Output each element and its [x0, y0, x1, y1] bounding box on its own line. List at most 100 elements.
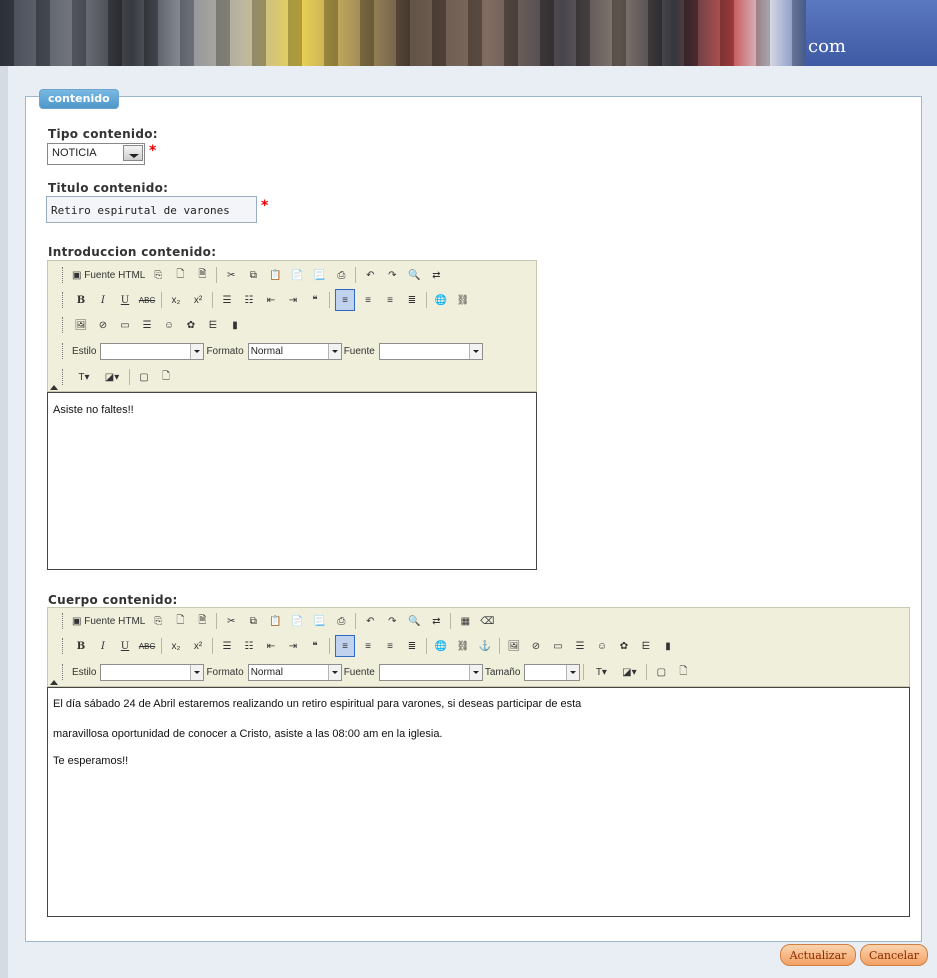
- format-combo[interactable]: Normal: [247, 342, 342, 360]
- paste-icon[interactable]: 📋: [266, 265, 284, 285]
- templates-icon[interactable]: 🗎: [193, 611, 211, 631]
- maximize-icon[interactable]: ▢: [135, 367, 153, 387]
- superscript-button[interactable]: x²: [189, 290, 207, 310]
- bold-button[interactable]: B: [72, 290, 90, 310]
- paste-text-icon[interactable]: 📄: [288, 265, 306, 285]
- superscript-button[interactable]: x²: [189, 636, 207, 656]
- bullet-list-icon[interactable]: ☷: [240, 290, 258, 310]
- ordered-list-icon[interactable]: ☰: [218, 290, 236, 310]
- show-blocks-icon[interactable]: 🗋: [157, 367, 175, 387]
- replace-icon[interactable]: ⇄: [427, 611, 445, 631]
- size-combo[interactable]: [524, 663, 581, 681]
- special-char-icon[interactable]: ✿: [615, 636, 633, 656]
- copy-icon[interactable]: ⧉: [244, 611, 262, 631]
- source-button[interactable]: ▣ Fuente HTML: [72, 611, 145, 631]
- smiley-icon[interactable]: ☺: [160, 315, 178, 335]
- find-icon[interactable]: 🔍: [405, 265, 423, 285]
- outdent-icon[interactable]: ⇤: [262, 636, 280, 656]
- table-icon[interactable]: ▭: [116, 315, 134, 335]
- ordered-list-icon[interactable]: ☰: [218, 636, 236, 656]
- preview-icon[interactable]: 🗋: [171, 611, 189, 631]
- pagebreak-icon[interactable]: ⋿: [637, 636, 655, 656]
- align-center-icon[interactable]: ≡: [359, 290, 377, 310]
- format-combo[interactable]: Normal: [247, 663, 342, 681]
- link-icon[interactable]: 🌐: [432, 290, 450, 310]
- save-icon[interactable]: ⎘: [149, 265, 167, 285]
- underline-button[interactable]: U: [116, 290, 134, 310]
- undo-icon[interactable]: ↶: [361, 611, 379, 631]
- align-justify-icon[interactable]: ≣: [403, 290, 421, 310]
- pagebreak-icon[interactable]: ⋿: [204, 315, 222, 335]
- indent-icon[interactable]: ⇥: [284, 290, 302, 310]
- image-icon[interactable]: 🖼: [72, 315, 90, 335]
- cut-icon[interactable]: ✂: [222, 611, 240, 631]
- templates-icon[interactable]: 🗎: [193, 265, 211, 285]
- bold-button[interactable]: B: [72, 636, 90, 656]
- text-color-icon[interactable]: T▾: [589, 662, 613, 682]
- indent-icon[interactable]: ⇥: [284, 636, 302, 656]
- align-center-icon[interactable]: ≡: [359, 636, 377, 656]
- text-color-icon[interactable]: T▾: [72, 367, 96, 387]
- redo-icon[interactable]: ↷: [383, 611, 401, 631]
- link-icon[interactable]: 🌐: [432, 636, 450, 656]
- cuerpo-editor[interactable]: El día sábado 24 de Abril estaremos real…: [47, 687, 910, 917]
- find-icon[interactable]: 🔍: [405, 611, 423, 631]
- blockquote-icon[interactable]: ❝: [306, 290, 324, 310]
- outdent-icon[interactable]: ⇤: [262, 290, 280, 310]
- anchor-icon[interactable]: ⚓: [476, 636, 494, 656]
- titulo-input[interactable]: Retiro espirutal de varones: [46, 196, 257, 223]
- paste-icon[interactable]: 📋: [266, 611, 284, 631]
- collapse-icon[interactable]: [50, 385, 58, 390]
- strike-button[interactable]: ABC: [138, 636, 156, 656]
- show-blocks-icon[interactable]: 🗋: [674, 662, 692, 682]
- preview-icon[interactable]: 🗋: [171, 265, 189, 285]
- align-left-icon[interactable]: ≡: [335, 635, 355, 657]
- source-button[interactable]: ▣ Fuente HTML: [72, 265, 145, 285]
- intro-editor[interactable]: Asiste no faltes!!: [47, 392, 537, 570]
- style-combo[interactable]: [100, 342, 205, 360]
- unlink-icon[interactable]: ⛓: [454, 636, 472, 656]
- align-justify-icon[interactable]: ≣: [403, 636, 421, 656]
- style-combo[interactable]: [100, 663, 205, 681]
- paste-word-icon[interactable]: 📃: [310, 265, 328, 285]
- smiley-icon[interactable]: ☺: [593, 636, 611, 656]
- flash-icon[interactable]: ⊘: [94, 315, 112, 335]
- print-icon[interactable]: ⎙: [332, 611, 350, 631]
- save-icon[interactable]: ⎘: [149, 611, 167, 631]
- strike-button[interactable]: ABC: [138, 290, 156, 310]
- document-icon[interactable]: ▮: [226, 315, 244, 335]
- subscript-button[interactable]: x₂: [167, 290, 185, 310]
- tipo-select[interactable]: NOTICIA: [47, 143, 145, 165]
- undo-icon[interactable]: ↶: [361, 265, 379, 285]
- bg-color-icon[interactable]: ◪▾: [617, 662, 641, 682]
- collapse-icon[interactable]: [50, 680, 58, 685]
- eraser-icon[interactable]: ⌫: [478, 611, 496, 631]
- italic-button[interactable]: I: [94, 636, 112, 656]
- underline-button[interactable]: U: [116, 636, 134, 656]
- replace-icon[interactable]: ⇄: [427, 265, 445, 285]
- bullet-list-icon[interactable]: ☷: [240, 636, 258, 656]
- special-char-icon[interactable]: ✿: [182, 315, 200, 335]
- update-button[interactable]: Actualizar: [780, 944, 856, 966]
- subscript-button[interactable]: x₂: [167, 636, 185, 656]
- italic-button[interactable]: I: [94, 290, 112, 310]
- maximize-icon[interactable]: ▢: [652, 662, 670, 682]
- font-combo[interactable]: [378, 342, 483, 360]
- paste-word-icon[interactable]: 📃: [310, 611, 328, 631]
- chevron-down-icon[interactable]: [123, 145, 143, 161]
- font-combo[interactable]: [378, 663, 483, 681]
- align-left-icon[interactable]: ≡: [335, 289, 355, 311]
- align-right-icon[interactable]: ≡: [381, 636, 399, 656]
- align-right-icon[interactable]: ≡: [381, 290, 399, 310]
- unlink-icon[interactable]: ⛓: [454, 290, 472, 310]
- hr-icon[interactable]: ☰: [571, 636, 589, 656]
- table-icon[interactable]: ▦: [456, 611, 474, 631]
- cut-icon[interactable]: ✂: [222, 265, 240, 285]
- blockquote-icon[interactable]: ❝: [306, 636, 324, 656]
- document-icon[interactable]: ▮: [659, 636, 677, 656]
- table-icon[interactable]: ▭: [549, 636, 567, 656]
- paste-text-icon[interactable]: 📄: [288, 611, 306, 631]
- flash-icon[interactable]: ⊘: [527, 636, 545, 656]
- bg-color-icon[interactable]: ◪▾: [100, 367, 124, 387]
- hr-icon[interactable]: ☰: [138, 315, 156, 335]
